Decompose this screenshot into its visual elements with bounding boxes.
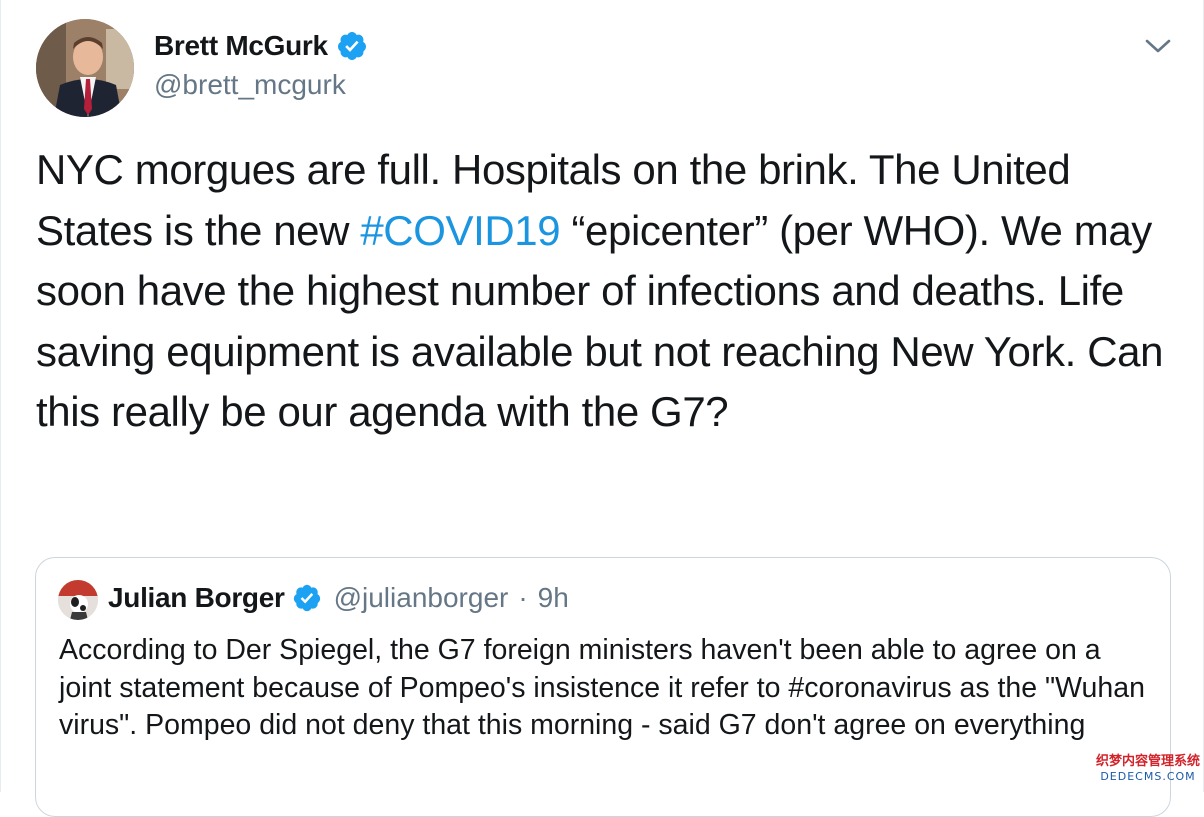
quoted-display-name[interactable]: Julian Borger	[108, 582, 285, 614]
author-avatar[interactable]	[36, 19, 134, 117]
author-name-row: Brett McGurk	[154, 30, 368, 62]
quoted-text: According to Der Spiegel, the G7 foreign…	[59, 634, 1145, 741]
quoted-header: Julian Borger @julianborger · 9h	[108, 582, 569, 614]
hashtag-link[interactable]: #COVID19	[360, 207, 560, 254]
quoted-handle[interactable]: @julianborger	[334, 582, 509, 614]
verified-badge-icon	[292, 583, 322, 613]
separator-dot: ·	[518, 582, 528, 613]
watermark-line2: DEDECMS.COM	[1100, 770, 1196, 783]
tweet-card: Brett McGurk @brett_mcgurk NYC morgues a…	[0, 0, 1204, 817]
site-watermark: 织梦内容管理系统 DEDECMS.COM	[1095, 754, 1201, 788]
quoted-timestamp[interactable]: 9h	[538, 582, 569, 614]
tweet-text: NYC morgues are full. Hospitals on the b…	[36, 140, 1186, 443]
verified-badge-icon	[336, 30, 368, 62]
chevron-down-icon[interactable]	[1143, 33, 1173, 59]
author-handle[interactable]: @brett_mcgurk	[154, 69, 346, 101]
quoted-tweet[interactable]: Julian Borger @julianborger · 9h Accordi…	[35, 557, 1171, 817]
watermark-line1: 织梦内容管理系统	[1095, 754, 1200, 769]
author-display-name[interactable]: Brett McGurk	[154, 30, 328, 62]
quoted-author-avatar[interactable]	[58, 580, 98, 620]
